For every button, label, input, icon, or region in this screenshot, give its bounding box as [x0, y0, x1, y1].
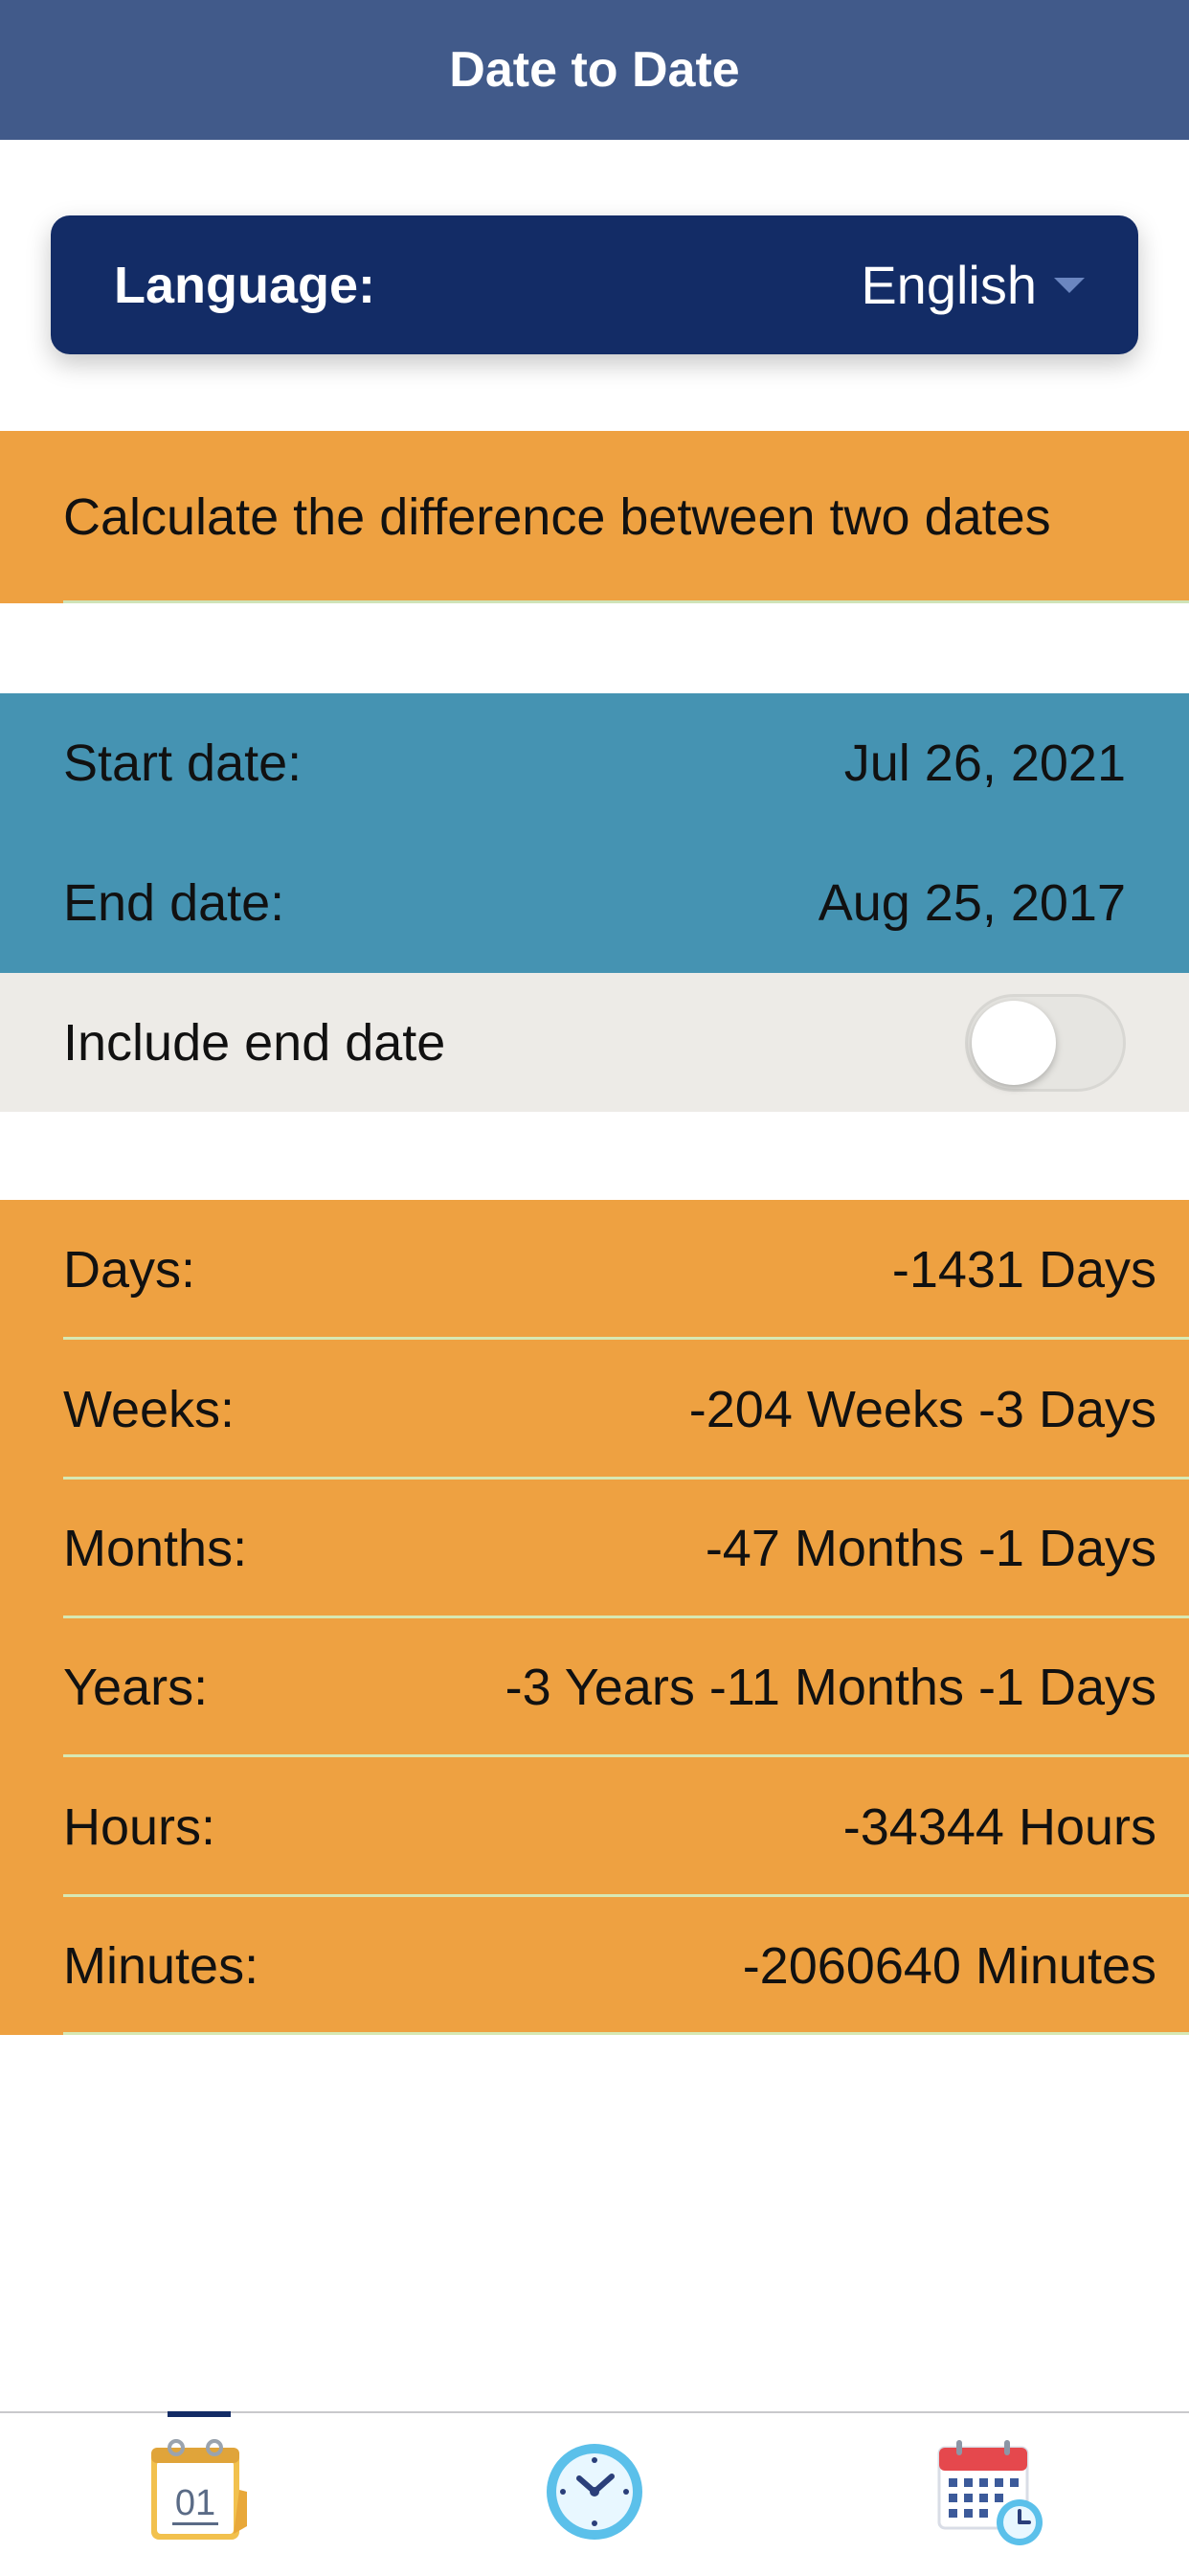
result-row-hours: Hours: -34344 Hours: [63, 1757, 1156, 1896]
page-title: Date to Date: [449, 42, 740, 98]
tab-bar: 01: [0, 2411, 1189, 2576]
result-value: -34344 Hours: [842, 1797, 1156, 1856]
include-end-date-row: Include end date: [0, 973, 1189, 1112]
clock-icon: [547, 2444, 642, 2540]
tab-time[interactable]: [499, 2413, 690, 2576]
result-label: Years:: [63, 1658, 209, 1716]
start-date-label: Start date:: [63, 734, 303, 792]
end-date-label: End date:: [63, 874, 285, 932]
language-value: English: [861, 255, 1037, 315]
divider: [63, 600, 1189, 603]
language-selector[interactable]: Language: English: [51, 215, 1138, 354]
result-value: -204 Weeks -3 Days: [688, 1380, 1156, 1438]
end-date-value[interactable]: Aug 25, 2017: [819, 873, 1126, 933]
chevron-down-icon: [1054, 277, 1085, 293]
language-label: Language:: [114, 256, 376, 314]
calendar-day-text: 01: [175, 2483, 215, 2523]
result-label: Weeks:: [63, 1380, 236, 1438]
app-header: Date to Date: [0, 0, 1189, 140]
calendar-clock-icon: [937, 2440, 1043, 2545]
result-row-months: Months: -47 Months -1 Days: [63, 1479, 1156, 1617]
end-date-row[interactable]: End date: Aug 25, 2017: [63, 833, 1126, 973]
calendar-day-icon: 01: [151, 2439, 247, 2540]
start-date-row[interactable]: Start date: Jul 26, 2021: [63, 693, 1126, 833]
result-value: -3 Years -11 Months -1 Days: [505, 1658, 1156, 1716]
result-label: Hours:: [63, 1797, 216, 1856]
result-label: Months:: [63, 1519, 248, 1577]
results-list: Days: -1431 Days Weeks: -204 Weeks -3 Da…: [0, 1200, 1189, 2035]
result-row-days: Days: -1431 Days: [63, 1200, 1156, 1339]
language-dropdown[interactable]: English: [861, 254, 1085, 316]
include-end-date-toggle[interactable]: [965, 993, 1126, 1092]
divider: [63, 2032, 1189, 2035]
tab-date-to-date[interactable]: 01: [103, 2413, 295, 2576]
tab-calendar[interactable]: [895, 2413, 1087, 2576]
result-value: -47 Months -1 Days: [705, 1519, 1156, 1577]
result-label: Days:: [63, 1240, 196, 1299]
toggle-knob: [972, 1000, 1056, 1085]
date-inputs: Start date: Jul 26, 2021 End date: Aug 2…: [0, 693, 1189, 973]
description-banner: Calculate the difference between two dat…: [0, 431, 1189, 603]
result-row-minutes: Minutes: -2060640 Minutes: [63, 1896, 1156, 2035]
result-value: -2060640 Minutes: [742, 1936, 1156, 1995]
result-row-years: Years: -3 Years -11 Months -1 Days: [63, 1617, 1156, 1756]
result-label: Minutes:: [63, 1936, 259, 1995]
result-row-weeks: Weeks: -204 Weeks -3 Days: [63, 1340, 1156, 1479]
include-end-date-label: Include end date: [63, 1013, 446, 1072]
result-value: -1431 Days: [891, 1240, 1156, 1299]
start-date-value[interactable]: Jul 26, 2021: [844, 734, 1126, 793]
description-text: Calculate the difference between two dat…: [63, 488, 1051, 546]
